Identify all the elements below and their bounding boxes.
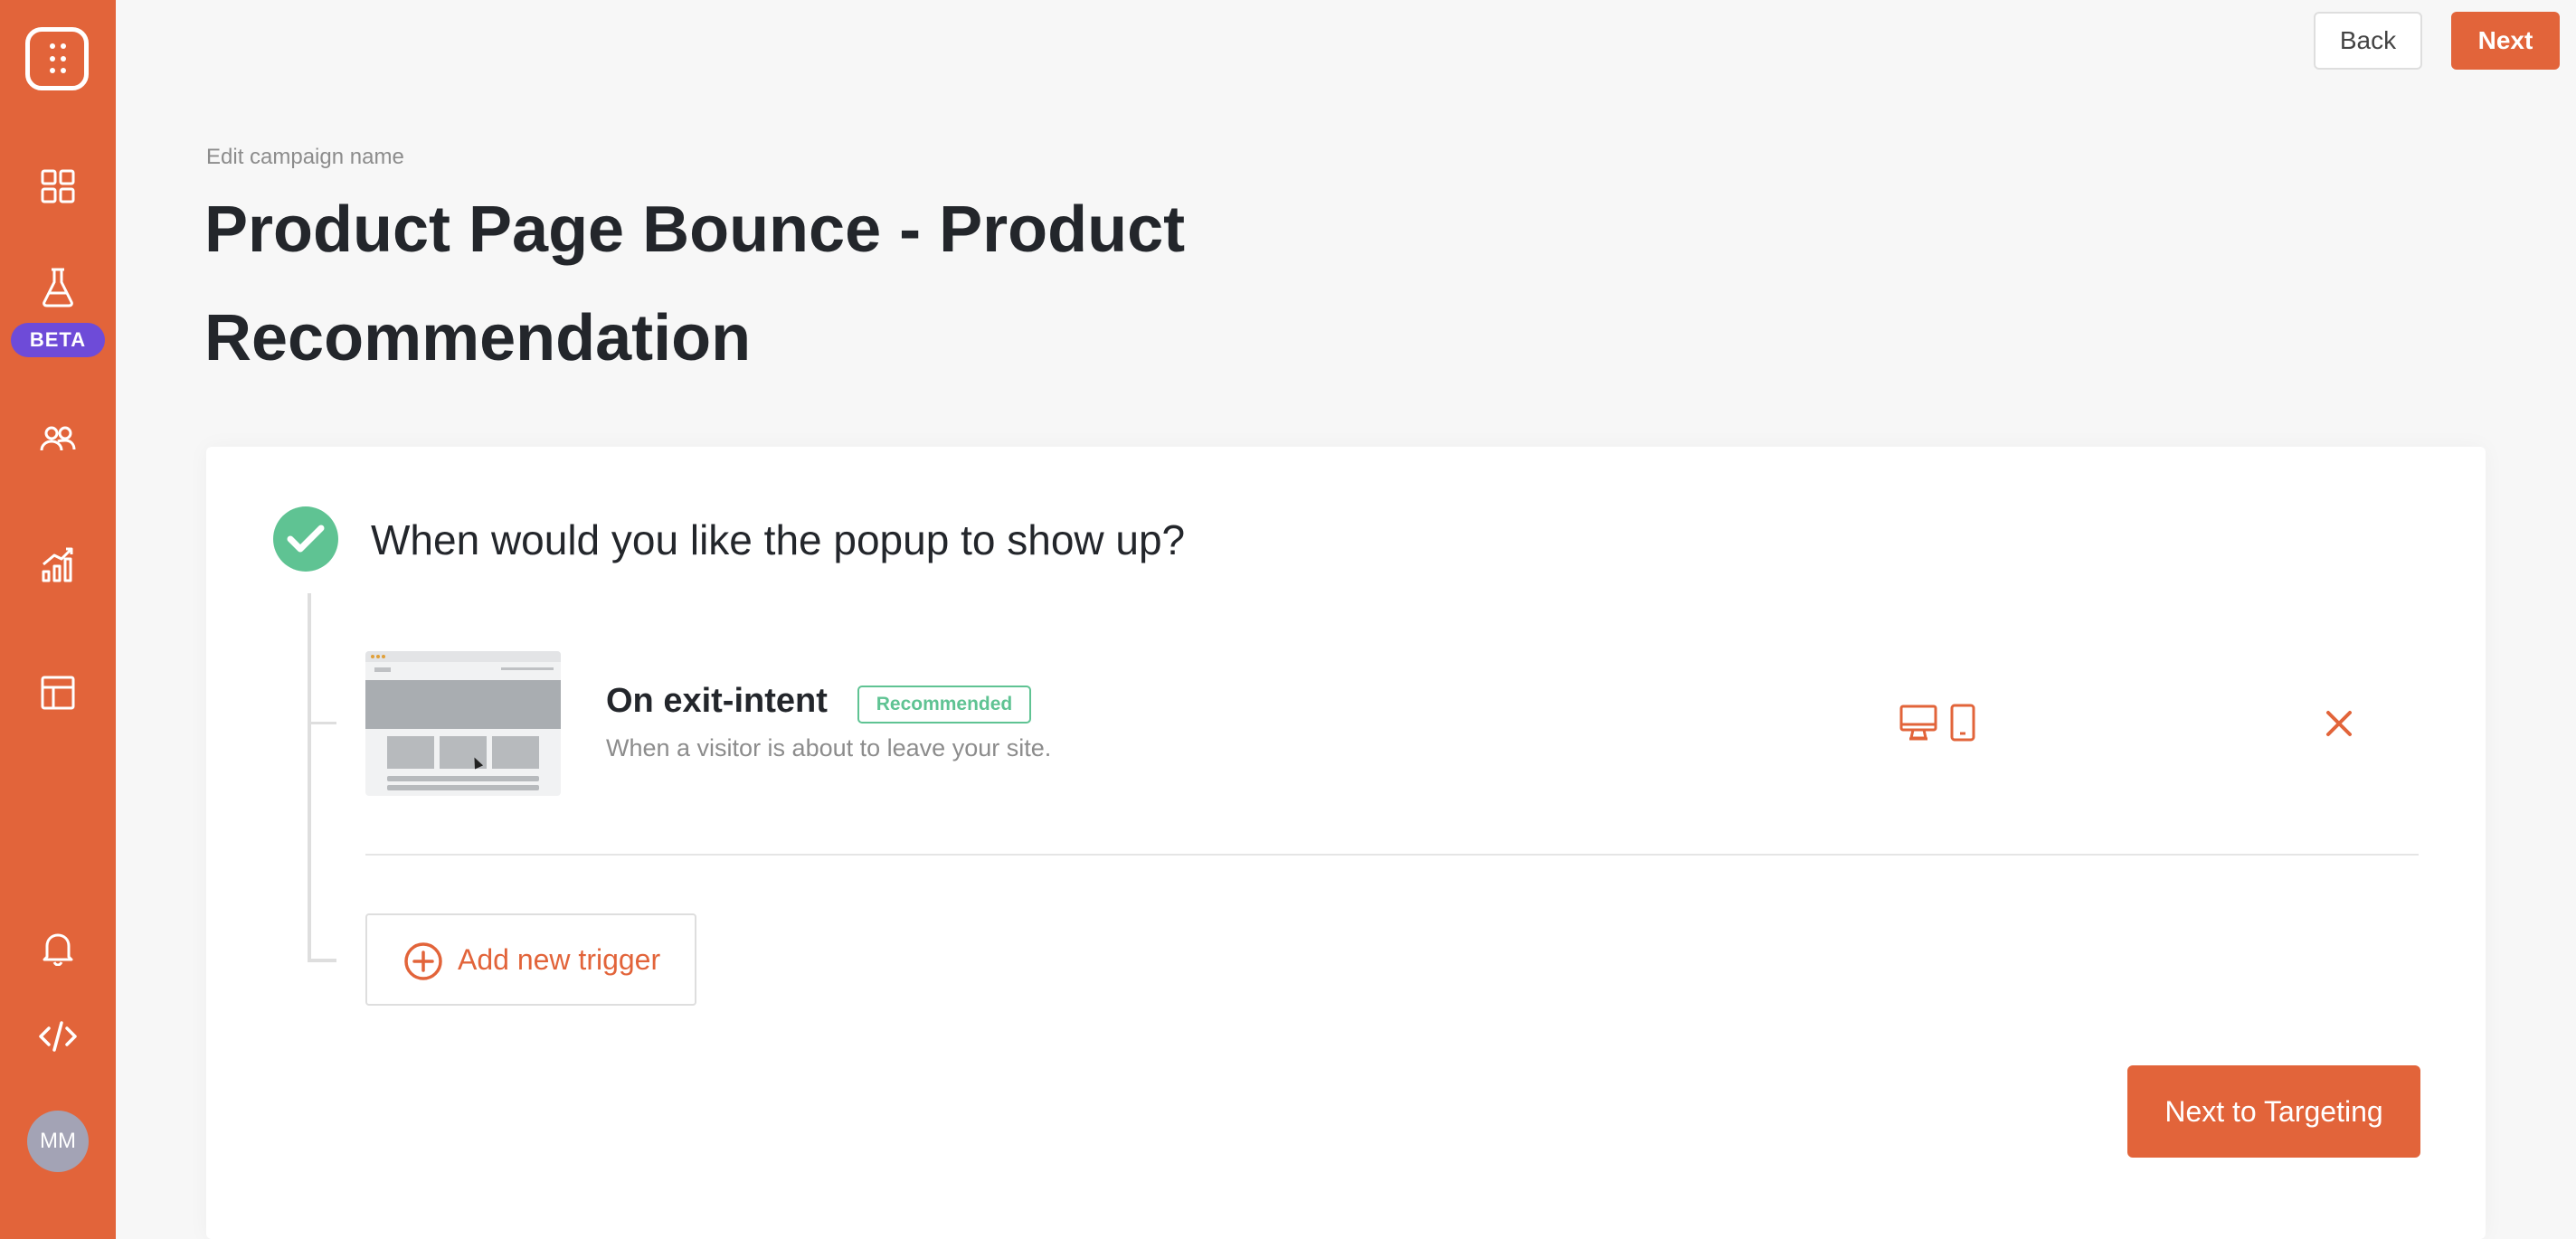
code-icon[interactable] (38, 1017, 78, 1056)
tree-connector (308, 959, 336, 962)
mobile-icon[interactable] (1950, 704, 1975, 746)
tree-connector (308, 722, 336, 724)
edit-campaign-name-link[interactable]: Edit campaign name (206, 145, 404, 170)
trigger-title: On exit-intent (606, 682, 828, 720)
add-trigger-label: Add new trigger (458, 943, 661, 976)
app-logo[interactable] (25, 27, 89, 90)
add-trigger-button[interactable]: Add new trigger (365, 913, 696, 1006)
trigger-description: When a visitor is about to leave your si… (606, 734, 1052, 761)
section-question: When would you like the popup to show up… (371, 516, 1186, 563)
recommended-badge: Recommended (857, 686, 1031, 724)
desktop-icon[interactable] (1899, 704, 1937, 746)
avatar[interactable]: MM (27, 1111, 89, 1172)
plus-circle-icon (403, 941, 443, 986)
close-icon[interactable] (2323, 707, 2355, 740)
check-icon (273, 506, 338, 572)
flask-icon[interactable] (38, 268, 78, 307)
back-button[interactable]: Back (2314, 12, 2422, 70)
next-to-targeting-button[interactable]: Next to Targeting (2127, 1065, 2420, 1158)
divider (365, 854, 2419, 856)
users-icon[interactable] (38, 420, 78, 459)
bell-icon[interactable] (38, 928, 78, 968)
dashboard-grid-icon[interactable] (38, 166, 78, 206)
exit-intent-thumbnail (365, 651, 561, 796)
templates-layout-icon[interactable] (38, 673, 78, 713)
page-title: Product Page Bounce - Product Recommenda… (204, 194, 1186, 374)
beta-badge: BETA (11, 323, 105, 357)
sidebar: BETA MM (0, 0, 116, 1239)
tree-connector (308, 593, 311, 962)
next-button[interactable]: Next (2451, 12, 2560, 70)
analytics-chart-icon[interactable] (38, 544, 78, 584)
